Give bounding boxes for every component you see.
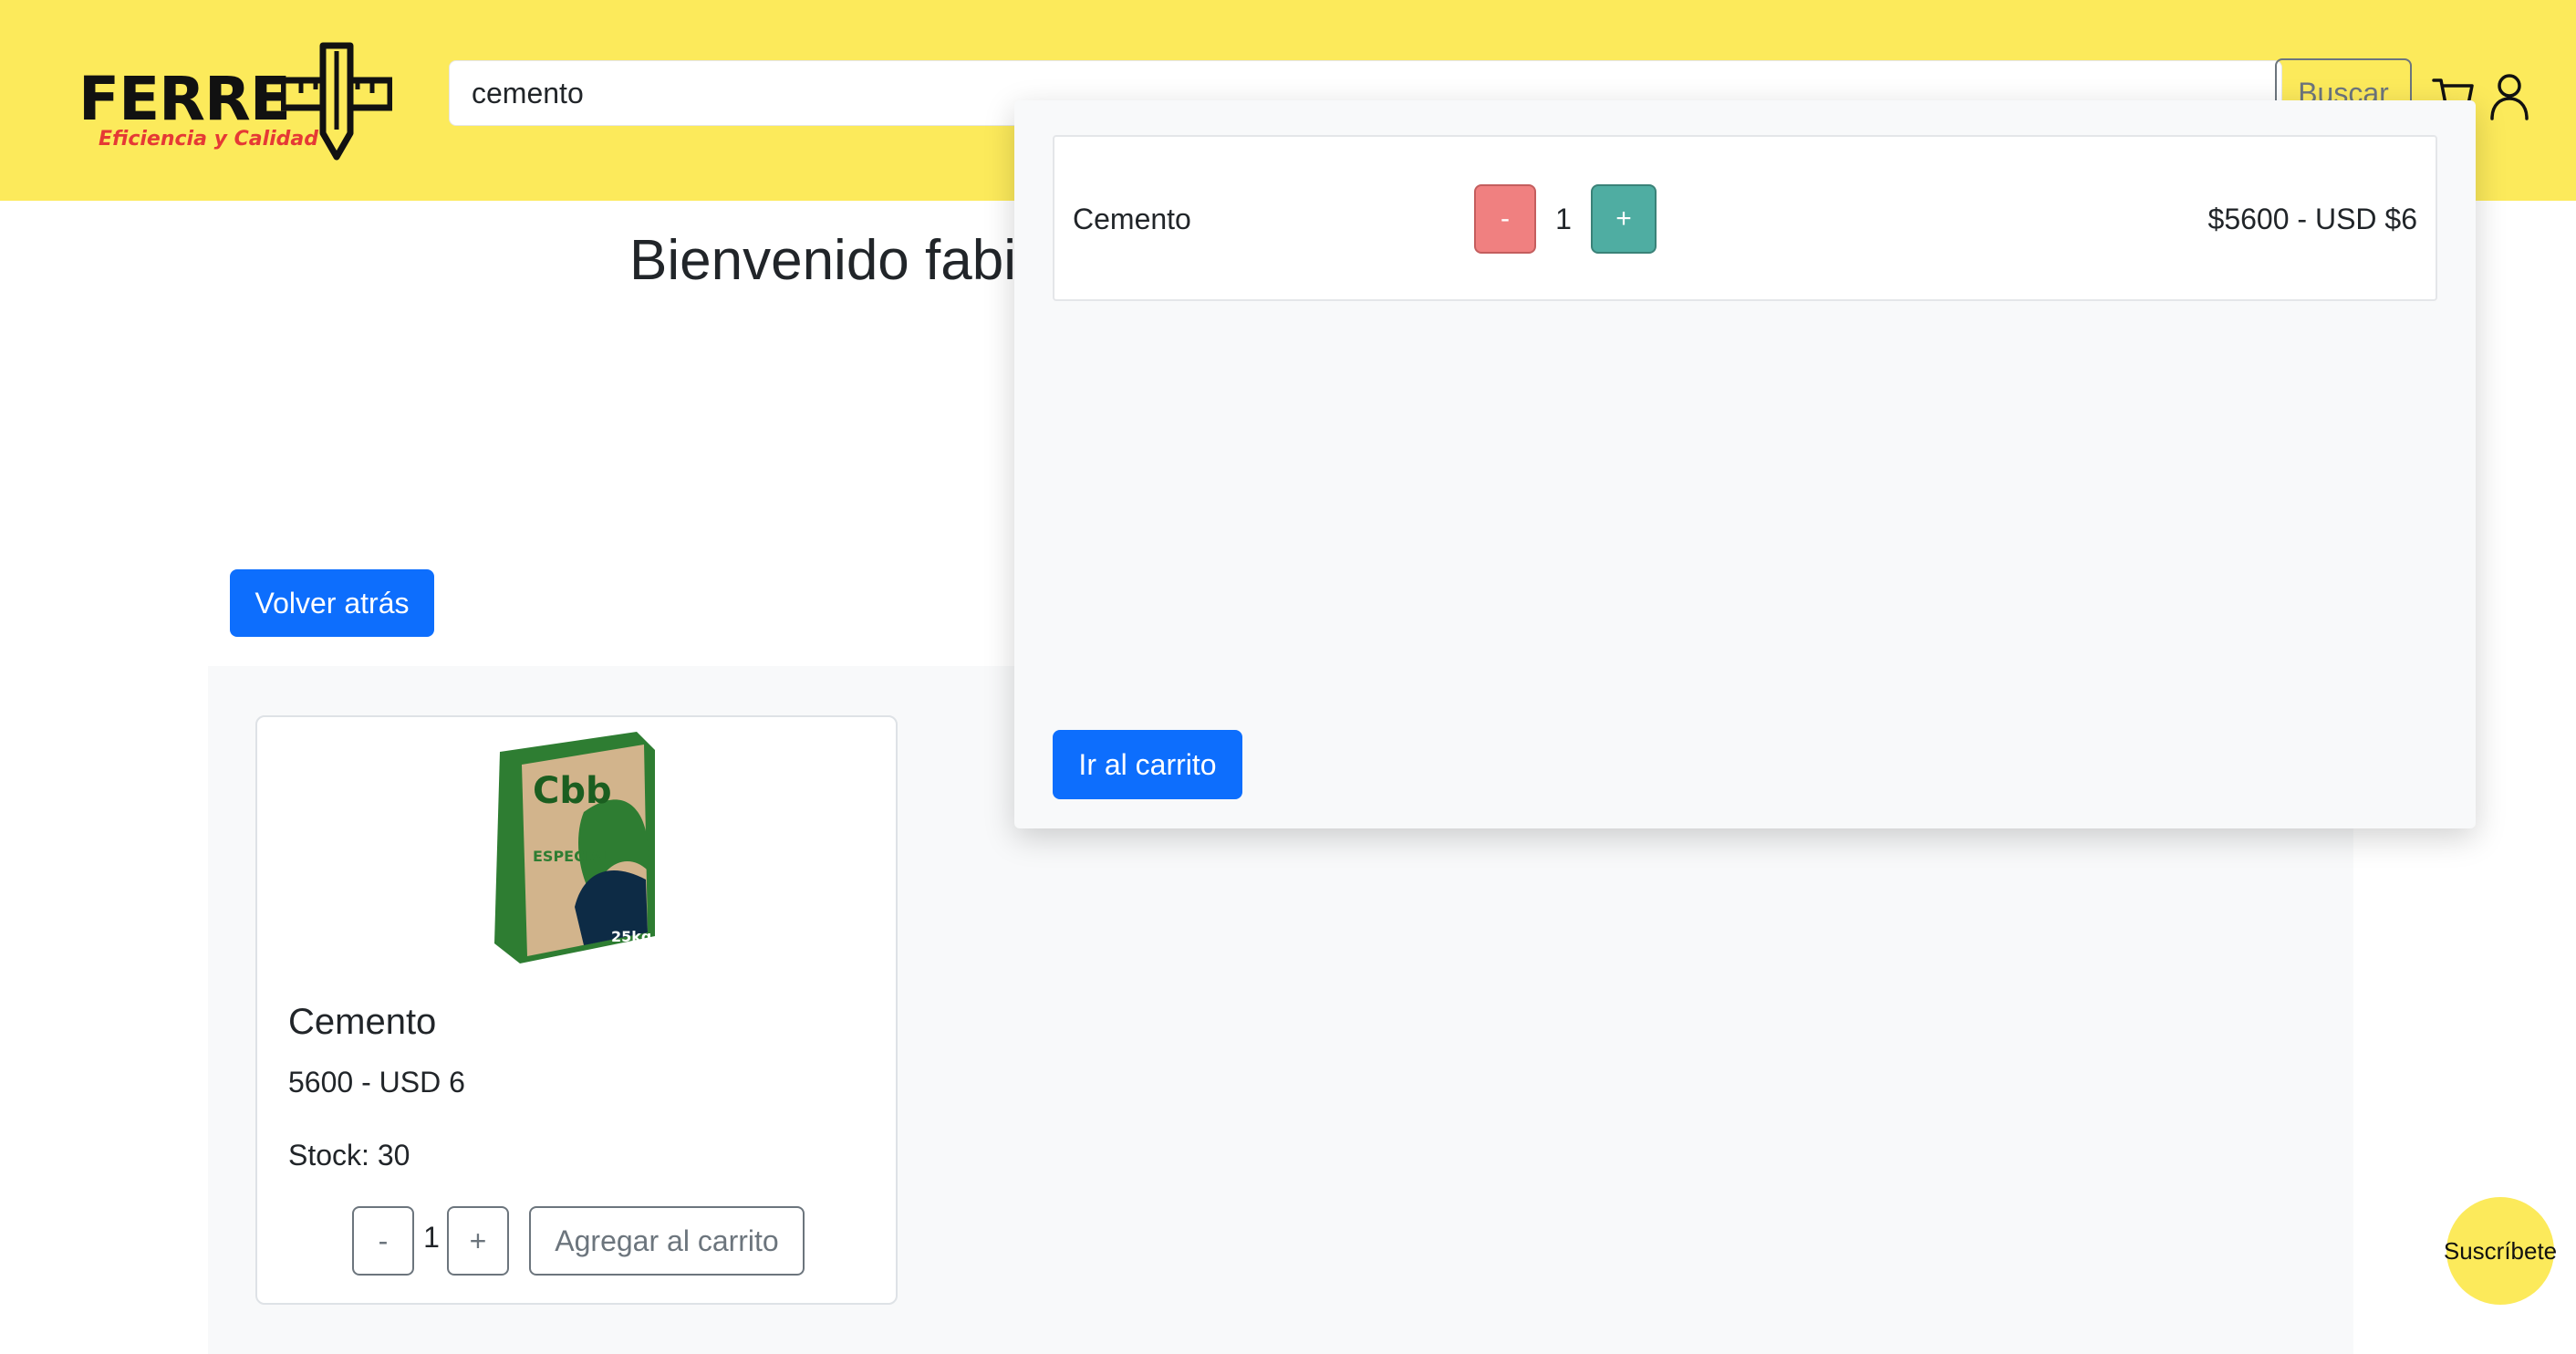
brand-logo[interactable]: FERRE Eficiencia y Calidad	[78, 42, 392, 161]
product-stock: Stock: 30	[288, 1139, 410, 1172]
subscribe-button[interactable]: Suscríbete	[2444, 1197, 2557, 1305]
cart-item-name: Cemento	[1073, 203, 1191, 235]
cart-item-quantity: 1	[1555, 203, 1572, 235]
cart-decrease-button[interactable]: -	[1474, 184, 1536, 254]
svg-text:25kg: 25kg	[611, 928, 651, 945]
cart-dropdown: Cemento - 1 + $5600 - USD $6 Ir al carri…	[1014, 100, 2476, 828]
product-decrease-button[interactable]: -	[352, 1206, 414, 1276]
product-name: Cemento	[288, 1002, 437, 1042]
add-to-cart-button[interactable]: Agregar al carrito	[529, 1206, 805, 1276]
cart-item-price: $5600 - USD $6	[2207, 203, 2417, 235]
welcome-heading: Bienvenido fabi	[629, 229, 1016, 292]
user-icon[interactable]	[2488, 73, 2530, 120]
page: FERRE Eficiencia y Calidad Buscar Bienve	[0, 0, 2576, 1354]
logo-wordmark: FERRE	[78, 64, 291, 134]
cement-bag-image: Cbb ESPECIAL 25kg	[494, 732, 655, 963]
back-button[interactable]: Volver atrás	[230, 569, 434, 637]
cart-increase-button[interactable]: +	[1591, 184, 1657, 254]
product-quantity-stepper: - 1 + Agregar al carrito	[352, 1206, 863, 1276]
product-card: Cbb ESPECIAL 25kg Cemento 5600 - USD 6 S…	[255, 715, 898, 1305]
cart-item: Cemento - 1 + $5600 - USD $6	[1053, 135, 2437, 301]
svg-text:Cbb: Cbb	[533, 770, 612, 812]
product-quantity-value: 1	[423, 1221, 440, 1254]
product-price: 5600 - USD 6	[288, 1066, 465, 1099]
ruler-pencil-logo-icon	[281, 42, 392, 161]
product-increase-button[interactable]: +	[447, 1206, 509, 1276]
svg-text:ESPECIAL: ESPECIAL	[533, 848, 610, 865]
go-to-cart-button[interactable]: Ir al carrito	[1053, 730, 1242, 799]
